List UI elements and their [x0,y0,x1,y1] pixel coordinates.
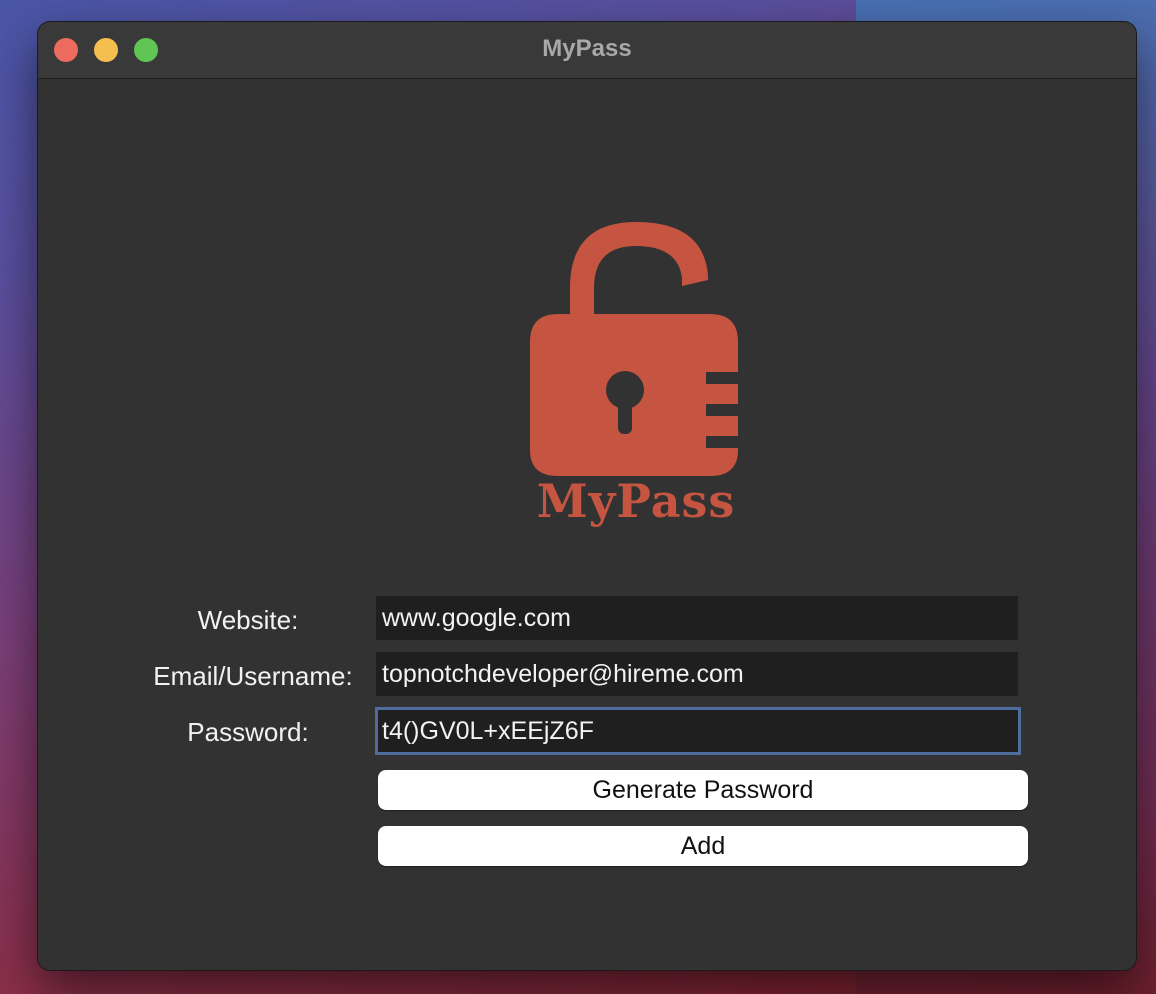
email-username-label: Email/Username: [153,661,353,691]
website-label: Website: [197,605,299,635]
password-input[interactable]: t4()GV0L+xEEjZ6F [375,707,1021,755]
window-title: MyPass [542,35,632,62]
app-window: MyPass MyPass Website: www.google.com Em… [38,22,1136,970]
generate-password-button[interactable]: Generate Password [378,770,1028,810]
website-input[interactable]: www.google.com [376,596,1018,640]
password-label: Password: [187,717,309,747]
title-bar[interactable]: MyPass [38,22,1136,79]
add-button[interactable]: Add [378,826,1028,866]
logo-wordmark: MyPass [536,474,736,528]
email-username-input[interactable]: topnotchdeveloper@hireme.com [376,652,1018,696]
